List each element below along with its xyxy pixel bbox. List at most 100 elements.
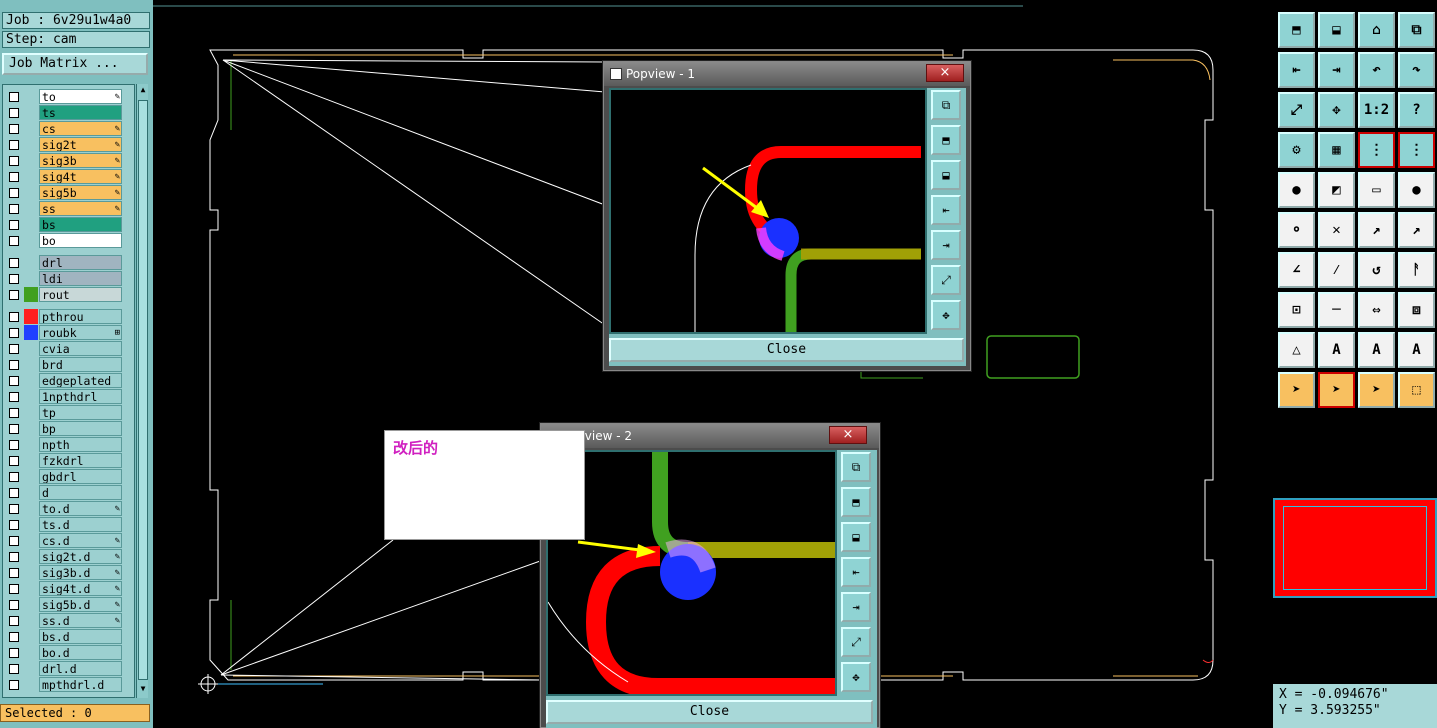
layer-color-swatch[interactable]	[24, 677, 38, 692]
layer-color-swatch[interactable]	[24, 201, 38, 216]
layer-name[interactable]: tp	[39, 405, 122, 420]
add-line-icon[interactable]: ↗	[1358, 212, 1395, 248]
select-area-icon[interactable]: ◩	[1318, 172, 1355, 208]
layer-color-swatch[interactable]	[24, 153, 38, 168]
layer-color-swatch[interactable]	[24, 341, 38, 356]
scroll-down-icon[interactable]: ▼	[138, 684, 148, 694]
layer-name[interactable]: bs.d	[39, 629, 122, 644]
layer-name[interactable]: cvia	[39, 341, 122, 356]
layer-checkbox[interactable]	[9, 236, 19, 246]
popview-2-tool-button[interactable]: ⇥	[841, 592, 871, 622]
layer-row[interactable]: bo.d	[3, 645, 134, 660]
layer-checkbox[interactable]	[9, 312, 19, 322]
layer-list[interactable]: to ✎ ts cs ✎ sig2t ✎ sig3b ✎ sig4t ✎ sig5b ✎ ss ✎ bs bo d…	[2, 84, 135, 698]
layer-checkbox[interactable]	[9, 488, 19, 498]
layer-color-swatch[interactable]	[24, 549, 38, 564]
layer-name[interactable]: brd	[39, 357, 122, 372]
layer-checkbox[interactable]	[9, 600, 19, 610]
undo-zoom-icon[interactable]: ↶	[1358, 52, 1395, 88]
layer-name[interactable]: cs.d ✎	[39, 533, 122, 548]
layer-row[interactable]: sig3b ✎	[3, 153, 134, 168]
layer-color-swatch[interactable]	[24, 255, 38, 270]
layer-color-swatch[interactable]	[24, 469, 38, 484]
layer-checkbox[interactable]	[9, 290, 19, 300]
popview-1-close-x[interactable]: ×	[926, 64, 964, 82]
arrow-a-icon[interactable]: A	[1318, 332, 1355, 368]
layer-name[interactable]: roubk ⊞	[39, 325, 122, 340]
pad-icon[interactable]: ●	[1398, 172, 1435, 208]
arrow-a3-icon[interactable]: A	[1398, 332, 1435, 368]
popview-2-tool-button[interactable]: ⬓	[841, 522, 871, 552]
scale-1-2-icon[interactable]: 1:2	[1358, 92, 1395, 128]
zoom-fit-icon[interactable]: ⤢	[1278, 92, 1315, 128]
layer-checkbox[interactable]	[9, 392, 19, 402]
popview-1-close-button[interactable]: Close	[609, 338, 964, 362]
layer-color-swatch[interactable]	[24, 421, 38, 436]
layer-color-swatch[interactable]	[24, 233, 38, 248]
layer-color-swatch[interactable]	[24, 613, 38, 628]
layer-checkbox[interactable]	[9, 456, 19, 466]
layer-list-scrollbar[interactable]: ▲ ▼	[136, 84, 148, 698]
layer-checkbox[interactable]	[9, 360, 19, 370]
layer-row[interactable]: sig4t.d ✎	[3, 581, 134, 596]
layer-row[interactable]: to ✎	[3, 89, 134, 104]
route-icon[interactable]: ⬚	[1398, 372, 1435, 408]
layer-row[interactable]: to.d ✎	[3, 501, 134, 516]
layer-checkbox[interactable]	[9, 258, 19, 268]
layer-row[interactable]: bs	[3, 217, 134, 232]
layer-row[interactable]: ss.d ✎	[3, 613, 134, 628]
layer-checkbox[interactable]	[9, 648, 19, 658]
layer-color-swatch[interactable]	[24, 533, 38, 548]
pan-left-icon[interactable]: ⇤	[1278, 52, 1315, 88]
arc-icon[interactable]: ↺	[1358, 252, 1395, 288]
layer-name[interactable]: d	[39, 485, 122, 500]
layer-compare-icon[interactable]: ⋮	[1358, 132, 1395, 168]
layer-color-swatch[interactable]	[24, 389, 38, 404]
board-overview[interactable]	[1273, 498, 1437, 598]
layer-name[interactable]: edgeplated	[39, 373, 122, 388]
layer-color-swatch[interactable]	[24, 169, 38, 184]
layer-name[interactable]: pthrou	[39, 309, 122, 324]
popview-1-tool-button[interactable]: ⇥	[931, 230, 961, 260]
layer-name[interactable]: gbdrl	[39, 469, 122, 484]
layer-checkbox[interactable]	[9, 552, 19, 562]
layer-name[interactable]: mpthdrl.d	[39, 677, 122, 692]
ruler-icon[interactable]: ▭	[1358, 172, 1395, 208]
layer-checkbox[interactable]	[9, 680, 19, 690]
select-feature-icon[interactable]: ●	[1278, 172, 1315, 208]
layer-color-swatch[interactable]	[24, 217, 38, 232]
layer-checkbox[interactable]	[9, 424, 19, 434]
layer-checkbox[interactable]	[9, 204, 19, 214]
layer-checkbox[interactable]	[9, 632, 19, 642]
layer-color-swatch[interactable]	[24, 357, 38, 372]
layer-checkbox[interactable]	[9, 156, 19, 166]
layer-row[interactable]: sig5b ✎	[3, 185, 134, 200]
layer-color-swatch[interactable]	[24, 485, 38, 500]
popview-2-view[interactable]	[546, 450, 837, 696]
layer-row[interactable]: rout	[3, 287, 134, 302]
layer-checkbox[interactable]	[9, 440, 19, 450]
layer-row[interactable]: roubk ⊞	[3, 325, 134, 340]
layer-row[interactable]: drl.d	[3, 661, 134, 676]
layer-name[interactable]: drl.d	[39, 661, 122, 676]
scroll-up-icon[interactable]: ▲	[138, 85, 148, 95]
layer-color-swatch[interactable]	[24, 271, 38, 286]
layer-row[interactable]: sig5b.d ✎	[3, 597, 134, 612]
layer-name[interactable]: sig2t ✎	[39, 137, 122, 152]
layer-name[interactable]: rout	[39, 287, 122, 302]
layer-name[interactable]: ts	[39, 105, 122, 120]
layer-color-swatch[interactable]	[24, 517, 38, 532]
layer-row[interactable]: drl	[3, 255, 134, 270]
mirror-icon[interactable]: ᚨ	[1398, 252, 1435, 288]
layer-checkbox[interactable]	[9, 140, 19, 150]
layer-row[interactable]: brd	[3, 357, 134, 372]
layer-color-swatch[interactable]	[24, 565, 38, 580]
popview-2-close-button[interactable]: Close	[546, 700, 873, 724]
popview-2-tool-button[interactable]: ⇤	[841, 557, 871, 587]
layer-name[interactable]: bo.d	[39, 645, 122, 660]
home-icon[interactable]: ⌂	[1358, 12, 1395, 48]
layer-checkbox[interactable]	[9, 664, 19, 674]
scroll-thumb[interactable]	[138, 100, 148, 680]
layer-name[interactable]: sig2t.d ✎	[39, 549, 122, 564]
layer-name[interactable]: npth	[39, 437, 122, 452]
